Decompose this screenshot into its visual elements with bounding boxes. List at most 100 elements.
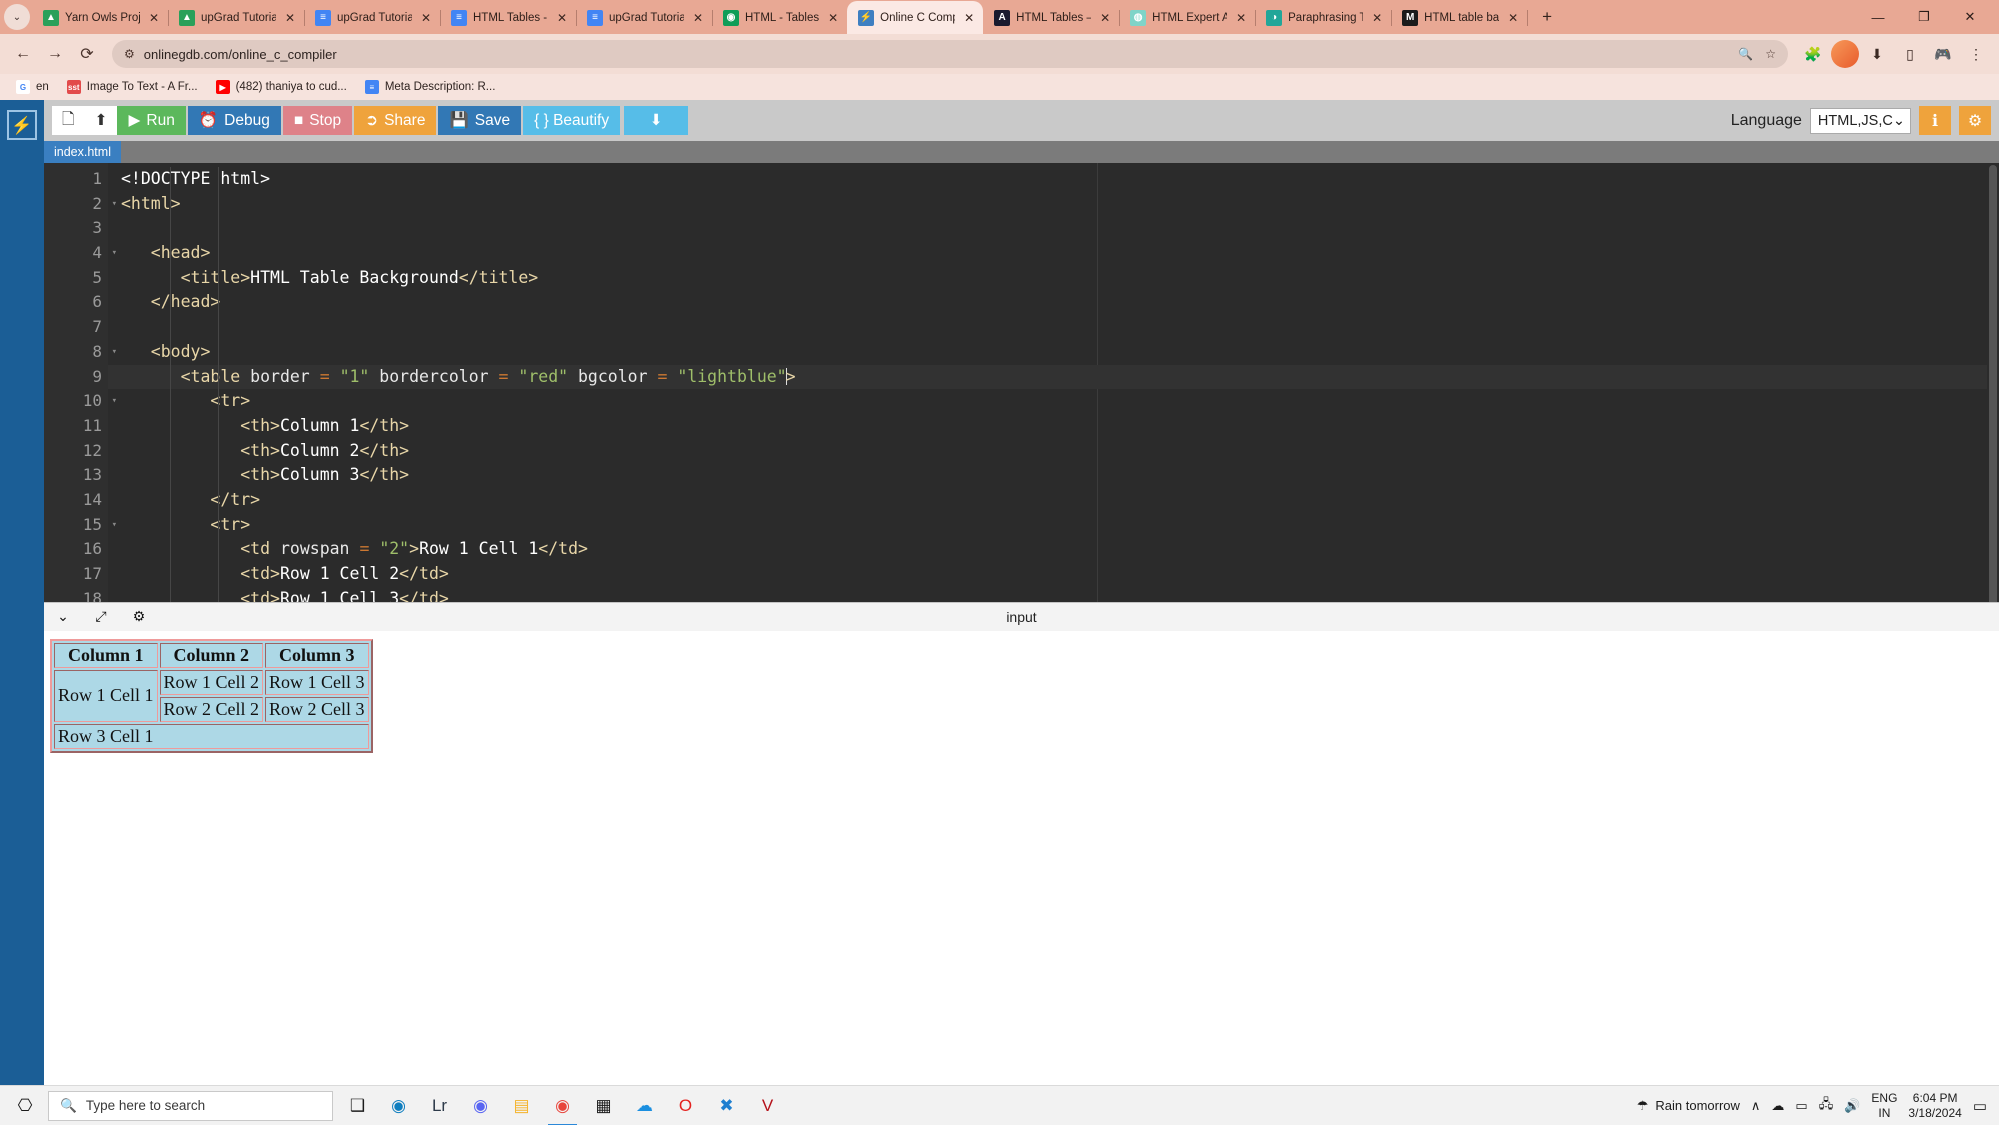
stop-button[interactable]: ■ Stop [282,106,353,135]
tab-close-icon[interactable]: ✕ [1233,10,1249,26]
browser-tab[interactable]: ≡ HTML Tables - Google Do ✕ [440,1,577,34]
bolt-icon[interactable]: ⚡ [7,110,37,140]
code-line[interactable]: <th>Column 2</th> [108,439,1999,464]
notification-center-icon[interactable]: ▭ [1973,1097,1987,1115]
epic-games-icon[interactable]: ▦ [583,1086,624,1125]
file-tab-index-html[interactable]: index.html [44,141,121,163]
vegas-icon[interactable]: V [747,1086,788,1125]
code-line[interactable]: <title>HTML Table Background</title> [108,266,1999,291]
language-select[interactable]: HTML,JS,C ⌄ [1809,107,1911,134]
browser-tab[interactable]: A HTML Tables – Table Tuto ✕ [983,1,1121,34]
code-line[interactable]: <!DOCTYPE html> [108,167,1999,192]
minimize-button[interactable]: — [1855,2,1901,32]
vscode-icon[interactable]: ✖ [706,1086,747,1125]
maximize-button[interactable]: ❐ [1901,2,1947,32]
debug-button[interactable]: ⏰ Debug [187,106,281,135]
weather-widget[interactable]: ☂ Rain tomorrow [1637,1098,1740,1114]
code-line[interactable]: </tr> [108,488,1999,513]
output-gear-icon[interactable]: ⚙ [130,608,148,625]
code-line[interactable]: <html> [108,192,1999,217]
browser-tab[interactable]: ◑ Paraphrasing Tool - Quill ✕ [1255,1,1393,34]
file-explorer-icon[interactable]: ▤ [501,1086,542,1125]
code-line[interactable]: <tr> [108,513,1999,538]
address-bar[interactable]: ⚙ onlinegdb.com/online_c_compiler 🔍 ☆ [112,40,1788,68]
scrollbar-thumb[interactable] [1989,165,1997,602]
code-line[interactable]: <th>Column 3</th> [108,463,1999,488]
tab-close-icon[interactable]: ✕ [554,10,570,26]
chrome-icon[interactable]: ◉ [542,1086,583,1125]
code-line[interactable]: <tr> [108,389,1999,414]
tab-close-icon[interactable]: ✕ [1369,10,1385,26]
onedrive-tray-icon[interactable]: ☁ [1771,1098,1784,1114]
language-indicator[interactable]: ENG IN [1871,1091,1897,1121]
run-button[interactable]: ▶ Run [117,106,186,135]
bookmark-star-icon[interactable]: ☆ [1765,47,1776,61]
discord-icon[interactable]: ◉ [460,1086,501,1125]
code-line[interactable]: <head> [108,241,1999,266]
tab-close-icon[interactable]: ✕ [418,10,434,26]
reload-button[interactable]: ⟳ [72,39,102,69]
code-line[interactable]: <td rowspan = "2">Row 1 Cell 1</td> [108,537,1999,562]
tab-close-icon[interactable]: ✕ [690,10,706,26]
bookmark-item[interactable]: ▶ (482) thaniya to cud... [209,78,354,96]
show-hidden-icons-chevron[interactable]: ∧ [1751,1098,1761,1114]
downloads-icon[interactable]: ⬇ [1862,39,1892,69]
code-line[interactable]: <table border = "1" bordercolor = "red" … [108,364,1999,390]
clock[interactable]: 6:04 PM 3/18/2024 [1908,1091,1961,1121]
browser-tab[interactable]: ◉ HTML - Tables ✕ [712,1,849,34]
code-line[interactable]: <body> [108,340,1999,365]
volume-tray-icon[interactable]: 🔊 [1844,1098,1860,1114]
browser-tab[interactable]: ◍ HTML Expert Advice ✕ [1119,1,1257,34]
game-icon[interactable]: 🎮 [1928,39,1958,69]
expand-icon[interactable]: ⤢ [92,608,110,625]
browser-tab[interactable]: ≡ upGrad Tutorial_HTML Tab ✕ [576,1,713,34]
lightroom-icon[interactable]: Lr [419,1086,460,1125]
new-tab-button[interactable]: + [1533,3,1561,31]
tab-close-icon[interactable]: ✕ [961,10,977,26]
browser-menu-icon[interactable]: ⋮ [1961,39,1991,69]
task-view-icon[interactable]: ❑ [337,1086,378,1125]
tab-close-icon[interactable]: ✕ [1505,10,1521,26]
browser-tab[interactable]: ▲ upGrad Tutorials - Google ✕ [168,1,305,34]
close-button[interactable]: ✕ [1947,2,1993,32]
forward-button[interactable]: → [40,39,70,69]
browser-tab[interactable]: ⚡ Online C Compiler - onlin ✕ [847,1,984,34]
code-line[interactable] [108,216,1999,241]
tab-close-icon[interactable]: ✕ [1097,10,1113,26]
browser-tab[interactable]: ≡ upGrad Tutorials: The Ulti ✕ [304,1,441,34]
collapse-icon[interactable]: ⌄ [54,608,72,625]
profile-avatar[interactable] [1831,40,1859,68]
opera-icon[interactable]: O [665,1086,706,1125]
code-line[interactable]: <td>Row 1 Cell 2</td> [108,562,1999,587]
bookmark-item[interactable]: Gen [9,78,56,96]
save-button[interactable]: 💾 Save [438,106,522,135]
tab-close-icon[interactable]: ✕ [282,10,298,26]
site-settings-icon[interactable]: ⚙ [124,47,135,61]
gear-icon[interactable]: ⚙ [1959,106,1991,135]
search-icon[interactable]: 🔍 [1738,47,1753,61]
windows-start-icon[interactable]: ⎔ [2,1086,48,1125]
network-tray-icon[interactable]: 🖧 [1819,1095,1834,1117]
beautify-button[interactable]: { } Beautify [523,106,621,135]
tab-search-button[interactable]: ⌄ [4,4,30,30]
tab-close-icon[interactable]: ✕ [146,10,162,26]
code-line[interactable]: </head> [108,290,1999,315]
upload-file-button[interactable]: ⬆ [84,106,118,135]
share-button[interactable]: ➲ Share [354,106,437,135]
download-button[interactable]: ⬇ [624,106,689,135]
edge-icon[interactable]: ◉ [378,1086,419,1125]
code-line[interactable] [108,315,1999,340]
split-screen-icon[interactable]: ▯ [1895,39,1925,69]
info-icon[interactable]: ℹ [1919,106,1951,135]
tab-close-icon[interactable]: ✕ [825,10,841,26]
code-line[interactable]: <td>Row 1 Cell 3</td> [108,587,1999,602]
extensions-icon[interactable]: 🧩 [1798,39,1828,69]
code-area[interactable]: <!DOCTYPE html> <html> <head> <title>HTML… [108,163,1999,602]
battery-tray-icon[interactable]: ▭ [1795,1098,1807,1114]
new-file-button[interactable]: 🗋 [52,106,85,135]
code-line[interactable]: <th>Column 1</th> [108,414,1999,439]
browser-tab[interactable]: ▲ Yarn Owls Projects - Goog ✕ [32,1,169,34]
taskbar-search-input[interactable]: 🔍 Type here to search [48,1090,333,1121]
bookmark-item[interactable]: ≡ Meta Description: R... [358,78,503,96]
back-button[interactable]: ← [8,39,38,69]
